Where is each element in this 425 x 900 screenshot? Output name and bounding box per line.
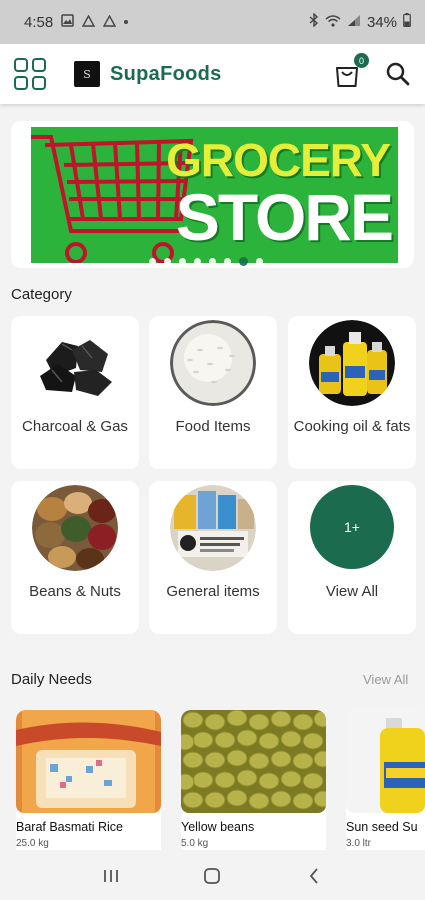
carousel-dot[interactable] <box>149 258 156 265</box>
gallery-icon <box>61 14 74 30</box>
carousel-dot-active[interactable] <box>239 257 248 266</box>
product-card-basmati-rice[interactable]: Baraf Basmati Rice 25.0 kg <box>16 710 161 850</box>
recent-apps-icon <box>103 870 118 882</box>
warning-icon-2 <box>103 14 117 30</box>
product-image <box>16 710 161 813</box>
cart-button[interactable]: 0 <box>333 53 369 89</box>
product-card-yellow-beans[interactable]: Yellow beans 5.0 kg <box>181 710 326 850</box>
banner-carousel-dots[interactable] <box>149 257 263 266</box>
brand-logo: S <box>74 61 100 87</box>
carousel-dot[interactable] <box>256 258 263 265</box>
oil-bottles-image <box>309 320 395 406</box>
category-card-charcoal[interactable]: Charcoal & Gas <box>11 316 139 469</box>
recent-apps-button[interactable] <box>91 861 131 891</box>
menu-grid-icon[interactable] <box>14 58 46 90</box>
search-button[interactable] <box>385 61 411 87</box>
category-card-view-all[interactable]: 1+ View All <box>288 481 416 634</box>
carousel-dot[interactable] <box>224 258 231 265</box>
category-card-food[interactable]: Food Items <box>149 316 277 469</box>
charcoal-image <box>32 320 118 406</box>
product-name: Sun seed Su <box>346 820 418 834</box>
search-icon <box>386 62 410 86</box>
battery-percent: 34% <box>366 13 397 31</box>
daily-needs-title: Daily Needs <box>11 671 92 688</box>
app-bar: S SupaFoods 0 <box>0 44 425 104</box>
status-bar: 4:58 34% <box>0 0 425 44</box>
home-content[interactable]: GROCERY STORE Category Charcoal & Gas Fo… <box>0 104 425 852</box>
general-items-image <box>170 485 256 571</box>
product-card-sun-seed[interactable]: Sun seed Su 3.0 ltr <box>346 710 425 850</box>
back-button[interactable] <box>294 861 334 891</box>
category-label: Cooking oil & fats <box>293 418 411 435</box>
battery-icon <box>403 13 411 31</box>
banner-headline-2: STORE <box>175 180 394 254</box>
category-title: Category <box>11 286 72 303</box>
category-card-general[interactable]: General items <box>149 481 277 634</box>
promo-banner[interactable]: GROCERY STORE <box>31 127 398 263</box>
product-image <box>181 710 326 813</box>
product-weight: 25.0 kg <box>16 838 49 849</box>
daily-needs-view-all-link[interactable]: View All <box>363 672 408 687</box>
product-image <box>346 710 425 813</box>
signal-icon <box>347 14 361 31</box>
category-label: View All <box>325 583 379 600</box>
carousel-dot[interactable] <box>194 258 201 265</box>
product-weight: 3.0 ltr <box>346 838 372 849</box>
status-time: 4:58 <box>24 13 54 31</box>
notification-dot <box>124 20 129 24</box>
category-label: Food Items <box>175 418 251 435</box>
category-label: General items <box>166 583 260 600</box>
cart-count-badge: 0 <box>354 53 369 68</box>
carousel-dot[interactable] <box>179 258 186 265</box>
system-nav-bar <box>0 852 425 900</box>
product-weight: 5.0 kg <box>181 838 209 849</box>
category-label: Beans & Nuts <box>29 583 121 600</box>
back-icon <box>309 868 318 884</box>
brand-name: SupaFoods <box>110 62 222 85</box>
wifi-icon <box>325 14 341 31</box>
carousel-dot[interactable] <box>164 258 171 265</box>
beans-sacks-image <box>32 485 118 571</box>
bluetooth-icon <box>309 12 319 31</box>
carousel-dot[interactable] <box>209 258 216 265</box>
category-card-cooking-oil[interactable]: Cooking oil & fats <box>288 316 416 469</box>
home-icon <box>204 868 221 884</box>
rice-image <box>170 320 256 406</box>
promo-banner-card[interactable]: GROCERY STORE <box>11 121 414 268</box>
product-name: Yellow beans <box>181 820 255 834</box>
category-label: Charcoal & Gas <box>22 418 128 435</box>
warning-icon <box>82 14 96 30</box>
view-all-circle: 1+ <box>310 485 394 569</box>
product-name: Baraf Basmati Rice <box>16 820 123 834</box>
home-button[interactable] <box>192 861 232 891</box>
category-card-beans[interactable]: Beans & Nuts <box>11 481 139 634</box>
